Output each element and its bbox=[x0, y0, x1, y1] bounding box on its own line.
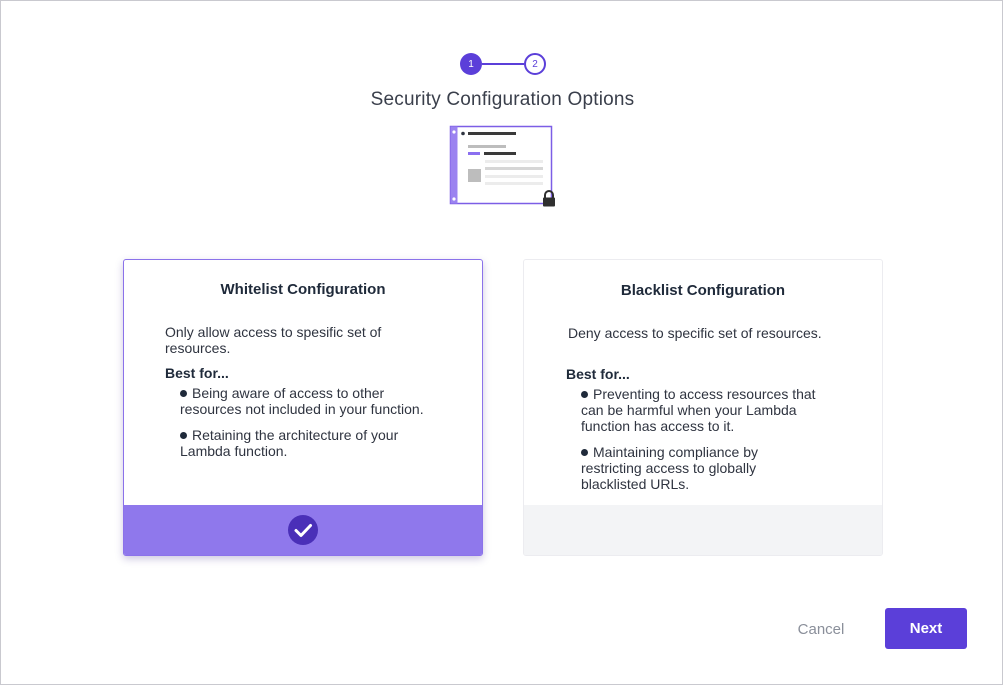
page-title: Security Configuration Options bbox=[370, 89, 635, 110]
function-config-lock-illustration bbox=[449, 125, 559, 209]
check-circle-icon bbox=[288, 515, 318, 545]
list-item: Retaining the architecture of your Lambd… bbox=[180, 427, 430, 459]
dialog-frame: 1 2 Security Configuration Options White… bbox=[0, 0, 1003, 685]
best-for-label: Best for... bbox=[566, 366, 630, 382]
blacklist-option-card[interactable]: Blacklist Configuration Deny access to s… bbox=[523, 259, 883, 556]
list-item: Maintaining compliance by restricting ac… bbox=[581, 444, 821, 492]
bullet-icon bbox=[581, 391, 588, 398]
list-item: Preventing to access resources that can … bbox=[581, 386, 821, 434]
card-title: Whitelist Configuration bbox=[220, 281, 386, 298]
benefits-list: Preventing to access resources that can … bbox=[581, 386, 821, 502]
list-item: Being aware of access to other resources… bbox=[180, 385, 430, 417]
card-selected-footer bbox=[124, 505, 482, 555]
list-item-text: Preventing to access resources that can … bbox=[581, 386, 816, 434]
card-footer bbox=[524, 505, 882, 555]
card-description: Only allow access to spesific set of res… bbox=[165, 324, 382, 356]
list-item-text: Retaining the architecture of your Lambd… bbox=[180, 427, 399, 459]
card-title: Blacklist Configuration bbox=[620, 282, 786, 299]
card-description: Deny access to specific set of resources… bbox=[568, 325, 822, 341]
stepper: 1 2 bbox=[460, 53, 546, 75]
next-button[interactable]: Next bbox=[885, 608, 967, 649]
step-2-indicator: 2 bbox=[524, 53, 546, 75]
bullet-icon bbox=[581, 449, 588, 456]
cancel-button[interactable]: Cancel bbox=[782, 614, 860, 644]
step-connector bbox=[482, 63, 524, 65]
list-item-text: Being aware of access to other resources… bbox=[180, 385, 424, 417]
list-item-text: Maintaining compliance by restricting ac… bbox=[581, 444, 758, 492]
best-for-label: Best for... bbox=[165, 365, 229, 381]
whitelist-option-card[interactable]: Whitelist Configuration Only allow acces… bbox=[123, 259, 483, 556]
bullet-icon bbox=[180, 432, 187, 439]
bullet-icon bbox=[180, 390, 187, 397]
step-1-indicator: 1 bbox=[460, 53, 482, 75]
benefits-list: Being aware of access to other resources… bbox=[180, 385, 430, 469]
